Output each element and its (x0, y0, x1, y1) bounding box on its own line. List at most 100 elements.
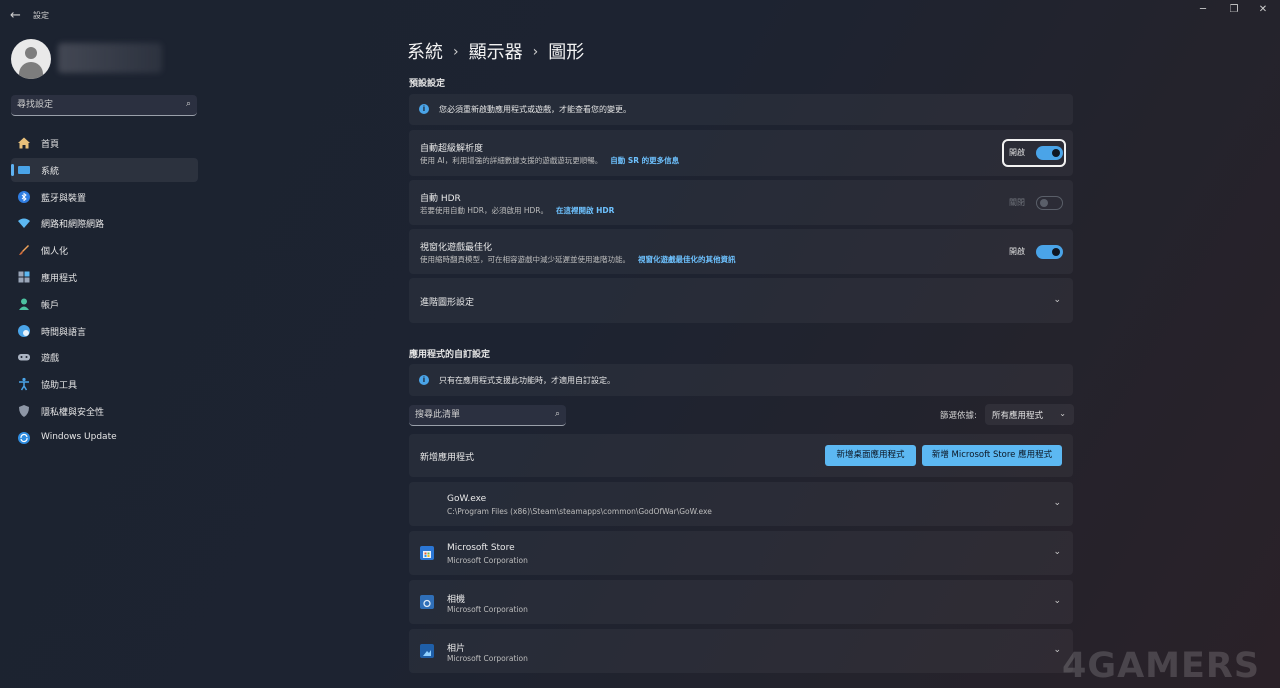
app-publisher: Microsoft Corporation (447, 556, 528, 565)
chevron-down-icon[interactable]: ⌄ (1053, 596, 1061, 606)
auto-sr-card: 自動超級解析度 使用 AI，利用增強的詳細數據支援的遊戲遊玩更順暢。 自動 SR … (409, 130, 1073, 176)
custom-info-card: i 只有在應用程式支援此功能時，才適用自訂設定。 (409, 364, 1073, 396)
app-row[interactable]: 相機 Microsoft Corporation ⌄ (409, 580, 1073, 624)
info-icon: i (419, 375, 429, 385)
search-icon[interactable]: ⌕ (555, 409, 560, 419)
sidebar-item-gaming[interactable]: 遊戲 (11, 345, 198, 369)
auto-sr-toggle[interactable] (1036, 146, 1063, 160)
sidebar-item-label: 遊戲 (41, 354, 60, 365)
chevron-down-icon[interactable]: ⌄ (1053, 295, 1061, 305)
sidebar-item-label: 應用程式 (41, 273, 78, 284)
breadcrumb-separator: › (532, 44, 539, 60)
filter-dropdown[interactable]: 所有應用程式 ⌄ (985, 404, 1074, 425)
windowed-opt-subtitle-text: 使用縮時翻頁模型，可在相容遊戲中減少延遲並使用進階功能。 (420, 255, 630, 264)
sidebar-item-label: 時間與語言 (41, 327, 87, 338)
brush-icon (17, 243, 31, 257)
close-button[interactable]: ✕ (1252, 4, 1274, 20)
auto-sr-title: 自動超級解析度 (420, 144, 484, 154)
sidebar-item-time-language[interactable]: 時間與語言 (11, 319, 198, 343)
sidebar-item-label: 網路和網際網路 (41, 220, 105, 231)
app-path: C:\Program Files (x86)\Steam\steamapps\c… (447, 507, 712, 516)
app-name: Microsoft Store (447, 543, 515, 553)
add-desktop-app-button[interactable]: 新增桌面應用程式 (825, 445, 916, 466)
avatar[interactable] (11, 39, 51, 79)
sidebar-item-label: Windows Update (41, 431, 117, 442)
avatar-head-icon (25, 47, 37, 59)
windowed-opt-subtitle: 使用縮時翻頁模型，可在相容遊戲中減少延遲並使用進階功能。 視窗化遊戲最佳化的其他資… (420, 254, 736, 265)
back-arrow-icon[interactable]: ← (10, 8, 21, 23)
sidebar-item-privacy[interactable]: 隱私權與安全性 (11, 399, 198, 423)
sidebar-item-accounts[interactable]: 帳戶 (11, 292, 198, 316)
apps-icon (17, 270, 31, 284)
app-publisher: Microsoft Corporation (447, 605, 528, 614)
breadcrumb: 系統 › 顯示器 › 圖形 (407, 38, 584, 64)
home-icon (17, 136, 31, 150)
custom-section-title: 應用程式的自訂設定 (409, 350, 491, 360)
chevron-down-icon: ⌄ (1059, 409, 1066, 418)
breadcrumb-item-system[interactable]: 系統 (407, 42, 443, 63)
sidebar-item-accessibility[interactable]: 協助工具 (11, 372, 198, 396)
custom-info-text: 只有在應用程式支援此功能時，才適用自訂設定。 (439, 376, 615, 385)
sidebar-item-label: 協助工具 (41, 381, 78, 392)
breadcrumb-item-display[interactable]: 顯示器 (469, 42, 523, 63)
gamepad-icon (17, 350, 31, 364)
advanced-graphics-card[interactable]: 進階圖形設定 ⌄ (409, 278, 1073, 323)
minimize-button[interactable]: ─ (1192, 4, 1214, 20)
chevron-down-icon[interactable]: ⌄ (1053, 547, 1061, 557)
wifi-icon (17, 216, 31, 230)
auto-sr-toggle-label: 開啟 (1009, 148, 1025, 157)
shield-icon (17, 404, 31, 418)
windowed-opt-link[interactable]: 視窗化遊戲最佳化的其他資訊 (638, 255, 736, 264)
sidebar-item-windows-update[interactable]: Windows Update (11, 426, 198, 450)
app-list-search[interactable]: ⌕ (409, 405, 566, 426)
app-row[interactable]: 相片 Microsoft Corporation ⌄ (409, 629, 1073, 673)
app-row[interactable]: Microsoft Store Microsoft Corporation ⌄ (409, 531, 1073, 575)
globe-clock-icon (17, 324, 31, 338)
app-name: 相機 (447, 595, 466, 605)
sidebar-item-personalization[interactable]: 個人化 (11, 238, 198, 262)
settings-search[interactable]: ⌕ (11, 95, 197, 116)
sidebar-nav: 首頁 系統 藍牙與裝置 網路和網際網路 個人化 應用程式 帳戶 時間與語言 遊戲… (11, 131, 198, 453)
filter-dropdown-value: 所有應用程式 (992, 411, 1044, 421)
app-title: 設定 (33, 11, 49, 20)
auto-hdr-subtitle: 若要使用自動 HDR，必須啟用 HDR。 在這裡開啟 HDR (420, 205, 614, 216)
auto-sr-link[interactable]: 自動 SR 的更多信息 (610, 156, 679, 165)
sidebar-item-label: 個人化 (41, 247, 69, 258)
filter-label: 篩選依據: (940, 411, 977, 421)
app-publisher: Microsoft Corporation (447, 654, 528, 663)
maximize-button[interactable]: ❐ (1223, 4, 1245, 20)
auto-hdr-toggle[interactable] (1036, 196, 1063, 210)
app-row[interactable]: GoW.exe C:\Program Files (x86)\Steam\ste… (409, 482, 1073, 526)
chevron-down-icon[interactable]: ⌄ (1053, 498, 1061, 508)
sidebar-item-bluetooth[interactable]: 藍牙與裝置 (11, 185, 198, 209)
sidebar-item-label: 首頁 (41, 140, 60, 150)
sidebar-item-system[interactable]: 系統 (11, 157, 198, 182)
sidebar-item-apps[interactable]: 應用程式 (11, 265, 198, 289)
defaults-info-text: 您必須重新啟動應用程式或遊戲，才能查看您的變更。 (439, 105, 631, 114)
sidebar-item-label: 帳戶 (41, 300, 60, 311)
windowed-opt-title: 視窗化遊戲最佳化 (420, 243, 493, 253)
add-app-label: 新增應用程式 (420, 453, 475, 463)
add-app-card: 新增應用程式 新增桌面應用程式 新增 Microsoft Store 應用程式 (409, 434, 1073, 477)
defaults-section-title: 預設設定 (409, 79, 446, 89)
auto-sr-subtitle: 使用 AI，利用增強的詳細數據支援的遊戲遊玩更順暢。 自動 SR 的更多信息 (420, 155, 679, 166)
auto-hdr-toggle-group: 關閉 (1003, 192, 1063, 214)
app-list-search-input[interactable] (415, 407, 545, 423)
sidebar-item-home[interactable]: 首頁 (11, 131, 198, 155)
info-icon: i (419, 104, 429, 114)
windowed-opt-toggle[interactable] (1036, 245, 1063, 259)
search-icon[interactable]: ⌕ (186, 99, 191, 109)
avatar-body-icon (19, 62, 43, 79)
settings-search-input[interactable] (17, 97, 177, 113)
toggle-knob (1052, 149, 1060, 157)
sidebar-item-label: 藍牙與裝置 (41, 193, 87, 204)
camera-icon (420, 595, 434, 609)
chevron-down-icon[interactable]: ⌄ (1053, 645, 1061, 655)
sidebar-item-network[interactable]: 網路和網際網路 (11, 211, 198, 235)
title-bar: ← 設定 ─ ❐ ✕ (0, 0, 1280, 32)
auto-sr-subtitle-text: 使用 AI，利用增強的詳細數據支援的遊戲遊玩更順暢。 (420, 156, 603, 165)
auto-sr-toggle-group: 開啟 (1002, 139, 1066, 167)
toggle-knob (1052, 248, 1060, 256)
auto-hdr-link[interactable]: 在這裡開啟 HDR (556, 206, 614, 215)
add-store-app-button[interactable]: 新增 Microsoft Store 應用程式 (922, 445, 1062, 466)
